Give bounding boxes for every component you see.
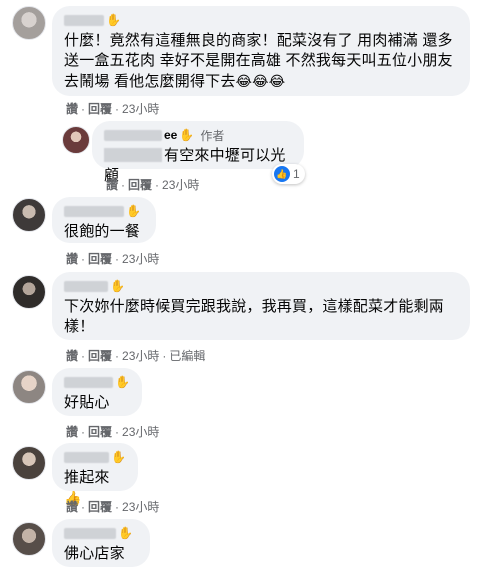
- commenter-name[interactable]: ✋: [64, 12, 458, 28]
- reply-button[interactable]: 回覆: [88, 500, 112, 514]
- comment-bubble: ✋ 佛心店家: [52, 519, 150, 567]
- like-button[interactable]: 讚: [66, 425, 78, 439]
- wave-icon: ✋: [111, 450, 126, 464]
- avatar[interactable]: [12, 446, 46, 480]
- reply-button[interactable]: 回覆: [88, 102, 112, 116]
- comment-actions: 讚 · 回覆 · 23小時: [66, 500, 160, 514]
- commenter-name[interactable]: ✋: [64, 203, 144, 219]
- comment-text: 什麼！竟然有這種無良的商家！配菜沒有了 用肉補滿 還多送一盒五花肉 幸好不是開在…: [64, 32, 453, 90]
- avatar[interactable]: [12, 370, 46, 404]
- comment-actions: 讚 · 回覆 · 23小時 · 已編輯: [66, 349, 206, 363]
- reply-button[interactable]: 回覆: [88, 252, 112, 266]
- commenter-name[interactable]: ✋: [64, 278, 458, 294]
- commenter-name[interactable]: ✋: [64, 374, 130, 390]
- timestamp[interactable]: 23小時: [122, 102, 159, 116]
- comment-actions: 讚 · 回覆 · 23小時: [66, 102, 160, 116]
- commenter-name[interactable]: ✋: [64, 525, 138, 541]
- wave-icon: ✋: [106, 13, 121, 27]
- timestamp[interactable]: 23小時: [122, 425, 159, 439]
- wave-icon: ✋: [115, 375, 130, 389]
- like-button[interactable]: 讚: [106, 178, 118, 192]
- wave-icon: ✋: [179, 128, 195, 142]
- comment-bubble: ✋ 下次妳什麼時候買完跟我說，我再買，這樣配菜才能剩兩樣！: [52, 272, 470, 340]
- commenter-name[interactable]: ✋: [64, 449, 126, 465]
- comment-bubble: ✋ 什麼！竟然有這種無良的商家！配菜沒有了 用肉補滿 還多送一盒五花肉 幸好不是…: [52, 6, 470, 96]
- redacted-mention: [104, 148, 162, 162]
- comment-bubble: ✋ 很飽的一餐: [52, 197, 156, 243]
- comment-actions: 讚 · 回覆 · 23小時: [66, 252, 160, 266]
- like-button[interactable]: 讚: [66, 500, 78, 514]
- edited-label[interactable]: 已編輯: [169, 349, 205, 363]
- reply-button[interactable]: 回覆: [88, 349, 112, 363]
- avatar[interactable]: [12, 6, 46, 40]
- reply-button[interactable]: 回覆: [88, 425, 112, 439]
- commenter-name[interactable]: ee ✋ 作者: [104, 127, 292, 143]
- comment-bubble: ✋ 好貼心: [52, 368, 142, 416]
- redacted-name: [64, 451, 110, 463]
- comment-text: 很飽的一餐: [64, 223, 141, 240]
- redacted-name: [104, 129, 162, 141]
- wave-icon: ✋: [118, 526, 133, 540]
- redacted-name: [64, 205, 124, 217]
- avatar[interactable]: [12, 522, 46, 556]
- author-badge: 作者: [200, 128, 225, 143]
- reply-button[interactable]: 回覆: [128, 178, 152, 192]
- redacted-name: [64, 376, 114, 388]
- timestamp[interactable]: 23小時: [122, 252, 159, 266]
- redacted-name: [64, 527, 116, 539]
- like-button[interactable]: 讚: [66, 252, 78, 266]
- comment-actions: 讚 · 回覆 · 23小時: [66, 425, 160, 439]
- comment-text: 下次妳什麼時候買完跟我說，我再買，這樣配菜才能剩兩樣！: [64, 298, 445, 335]
- avatar[interactable]: [12, 198, 46, 232]
- comment-text: 佛心店家: [64, 545, 125, 562]
- like-button[interactable]: 讚: [66, 102, 78, 116]
- comment-bubble: ee ✋ 作者 有空來中壢可以光顧: [92, 121, 304, 184]
- wave-icon: ✋: [126, 204, 141, 218]
- timestamp[interactable]: 23小時: [162, 178, 199, 192]
- timestamp[interactable]: 23小時: [122, 500, 159, 514]
- avatar[interactable]: [12, 275, 46, 309]
- like-icon: 👍: [274, 166, 290, 182]
- timestamp[interactable]: 23小時: [122, 349, 159, 363]
- comment-bubble: ✋ 推起來👍: [52, 443, 138, 506]
- redacted-name: [64, 14, 104, 26]
- laughing-emoji: 😂😂😂: [235, 73, 286, 89]
- redacted-name: [64, 280, 108, 292]
- comment-text: 好貼心: [64, 394, 110, 411]
- wave-icon: ✋: [110, 279, 125, 293]
- like-button[interactable]: 讚: [66, 349, 78, 363]
- comment-actions: 讚 · 回覆 · 23小時: [106, 178, 200, 192]
- reaction-count[interactable]: 👍 1: [272, 164, 305, 184]
- author-avatar[interactable]: [62, 126, 90, 154]
